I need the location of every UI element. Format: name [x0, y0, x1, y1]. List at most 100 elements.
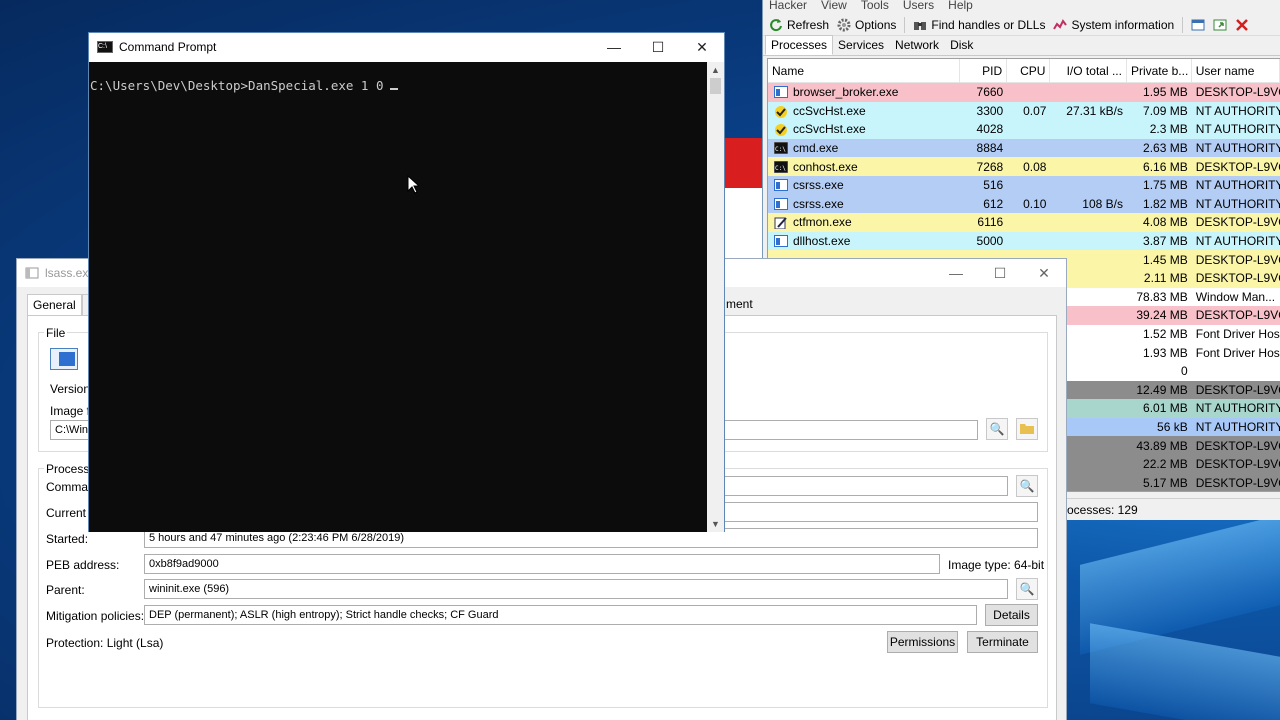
console-scrollbar[interactable]: ▲ ▼ — [707, 62, 724, 532]
text-cursor — [389, 88, 398, 90]
open-folder-button[interactable] — [1016, 418, 1038, 440]
tab-disk[interactable]: Disk — [944, 35, 979, 55]
process-name-cell-text: conhost.exe — [793, 159, 858, 174]
close-button[interactable]: ✕ — [680, 33, 724, 61]
table-row[interactable]: ccSvcHst.exe 4028 2.3 MB NT AUTHORITY — [768, 120, 1280, 139]
private-bytes-cell-text: 1.95 MB — [1143, 85, 1188, 100]
process-name-cell: browser_broker.exe — [768, 85, 960, 99]
user-name-cell: DESKTOP-L9VQ — [1192, 439, 1280, 453]
table-row[interactable]: dllhost.exe 5000 3.87 MB NT AUTHORITY — [768, 231, 1280, 251]
tab-processes[interactable]: Processes — [765, 35, 834, 55]
private-bytes-cell-text: 22.2 MB — [1143, 457, 1188, 472]
private-bytes-cell-text: 1.82 MB — [1143, 196, 1188, 211]
table-row[interactable]: csrss.exe 612 0.10 108 B/s 1.82 MB NT AUTHORI… — [768, 194, 1280, 214]
mitigation-policies-label: Mitigation policies: — [46, 609, 145, 623]
private-bytes-cell-text: 39.24 MB — [1136, 308, 1188, 323]
permissions-button[interactable]: Permissions — [887, 631, 958, 653]
close-icon[interactable] — [1235, 18, 1249, 32]
private-bytes-cell: 12.49 MB — [1127, 383, 1192, 397]
menu-tools[interactable]: Tools — [861, 0, 889, 14]
private-bytes-cell: 78.83 MB — [1127, 290, 1192, 304]
column-header-pid[interactable]: PID — [960, 59, 1008, 83]
table-row[interactable]: ccSvcHst.exe 3300 0.07 27.31 kB/s 7.09 MB NT … — [768, 101, 1280, 121]
window-icon[interactable] — [1191, 18, 1205, 32]
user-name-cell-text: DESKTOP-L9VQ — [1195, 85, 1280, 100]
properties-caption-buttons: — ☐ ✕ — [934, 259, 1066, 287]
close-button[interactable]: ✕ — [1022, 259, 1066, 287]
private-bytes-cell: 6.16 MB — [1127, 160, 1192, 174]
terminate-button[interactable]: Terminate — [967, 631, 1038, 653]
pid-cell: 4028 — [960, 122, 1007, 136]
column-header-private-bytes[interactable]: Private b... — [1127, 59, 1192, 83]
user-name-cell: DESKTOP-L9VQ — [1192, 271, 1280, 285]
private-bytes-cell-text: 1.75 MB — [1143, 178, 1188, 193]
pid-cell-text: 7660 — [976, 85, 1004, 100]
tab-environment[interactable]: ment — [721, 294, 758, 314]
inspect-file-button[interactable]: 🔍 — [986, 418, 1008, 440]
details-button[interactable]: Details — [985, 604, 1038, 626]
table-row[interactable]: browser_broker.exe 7660 1.95 MB DESKTOP-L9V… — [768, 83, 1280, 102]
pen-icon — [774, 216, 788, 230]
user-name-cell-text: DESKTOP-L9VQ — [1195, 252, 1280, 267]
process-name-cell-text: csrss.exe — [793, 178, 844, 193]
mitigation-policies-field: DEP (permanent); ASLR (high entropy); St… — [144, 605, 977, 625]
image-type-label: Image type: 64-bit — [948, 558, 1045, 572]
inspect-command-button[interactable]: 🔍 — [1016, 475, 1038, 497]
started-label: Started: — [46, 532, 89, 546]
io-total-cell: 27.31 kB/s — [1050, 104, 1127, 118]
file-group-label: File — [44, 326, 68, 340]
find-handles-button[interactable]: Find handles or DLLs — [913, 18, 1045, 32]
user-name-cell: NT AUTHORITY — [1192, 104, 1280, 118]
user-name-cell-text: DESKTOP-L9VQ — [1195, 308, 1280, 323]
process-hacker-tabs: Processes Services Network Disk — [763, 35, 1280, 56]
table-row[interactable]: ctfmon.exe 6116 4.08 MB DESKTOP-L9VQ — [768, 213, 1280, 232]
column-header-user-name[interactable]: User name — [1192, 59, 1280, 83]
tab-network[interactable]: Network — [889, 35, 945, 55]
process-name-cell: csrss.exe — [768, 178, 960, 192]
private-bytes-cell: 5.17 MB — [1127, 476, 1192, 490]
scroll-down-arrow[interactable]: ▼ — [707, 516, 724, 532]
tab-services[interactable]: Services — [832, 35, 890, 55]
column-header-io-total[interactable]: I/O total ... — [1050, 59, 1127, 83]
options-button[interactable]: Options — [837, 18, 896, 32]
tab-general[interactable]: General — [27, 294, 82, 316]
user-name-cell: DESKTOP-L9VQ — [1192, 85, 1280, 99]
pid-cell: 516 — [960, 178, 1007, 192]
maximize-button[interactable]: ☐ — [978, 259, 1022, 287]
refresh-icon — [769, 18, 783, 32]
private-bytes-cell: 7.09 MB — [1127, 104, 1192, 118]
column-header-cpu[interactable]: CPU — [1007, 59, 1051, 83]
private-bytes-cell: 2.63 MB — [1127, 141, 1192, 155]
table-row[interactable]: C:\ conhost.exe 7268 0.08 6.16 MB DESKTOP-L9V… — [768, 157, 1280, 176]
protection-label: Protection: Light (Lsa) — [46, 636, 164, 650]
private-bytes-cell-text: 2.63 MB — [1143, 141, 1188, 156]
command-prompt-caption-buttons: — ☐ ✕ — [592, 33, 724, 61]
user-name-cell: Window Man... — [1192, 290, 1280, 304]
minimize-button[interactable]: — — [934, 259, 978, 287]
user-name-cell: Font Driver Hos — [1192, 327, 1280, 341]
user-name-cell-text: DESKTOP-L9VQ — [1195, 457, 1280, 472]
inspect-parent-button[interactable]: 🔍 — [1016, 578, 1038, 600]
search-icon: 🔍 — [1019, 582, 1035, 596]
user-name-cell-text: NT AUTHORITY — [1195, 419, 1280, 434]
user-name-cell-text: DESKTOP-L9VQ — [1195, 438, 1280, 453]
column-header-name[interactable]: Name — [768, 59, 960, 83]
menu-users[interactable]: Users — [903, 0, 934, 14]
table-row[interactable]: csrss.exe 516 1.75 MB NT AUTHORITY — [768, 175, 1280, 195]
window-icon — [25, 266, 39, 280]
pid-cell: 612 — [960, 197, 1007, 211]
scroll-thumb[interactable] — [710, 78, 721, 94]
maximize-button[interactable]: ☐ — [636, 33, 680, 61]
console-output[interactable]: C:\Users\Dev\Desktop>DanSpecial.exe 1 0 — [89, 62, 708, 532]
menu-view[interactable]: View — [821, 0, 847, 14]
window-export-icon[interactable] — [1213, 18, 1227, 32]
refresh-button[interactable]: Refresh — [769, 18, 829, 32]
system-information-button[interactable]: System information — [1053, 18, 1174, 32]
minimize-button[interactable]: — — [592, 33, 636, 61]
menu-help[interactable]: Help — [948, 0, 973, 14]
binoculars-icon — [913, 18, 927, 32]
table-row[interactable]: C:\ cmd.exe 8884 2.63 MB NT AUTHORITY — [768, 138, 1280, 158]
private-bytes-cell-text: 7.09 MB — [1143, 103, 1188, 118]
scroll-up-arrow[interactable]: ▲ — [707, 62, 724, 78]
menu-hacker[interactable]: Hacker — [769, 0, 807, 14]
